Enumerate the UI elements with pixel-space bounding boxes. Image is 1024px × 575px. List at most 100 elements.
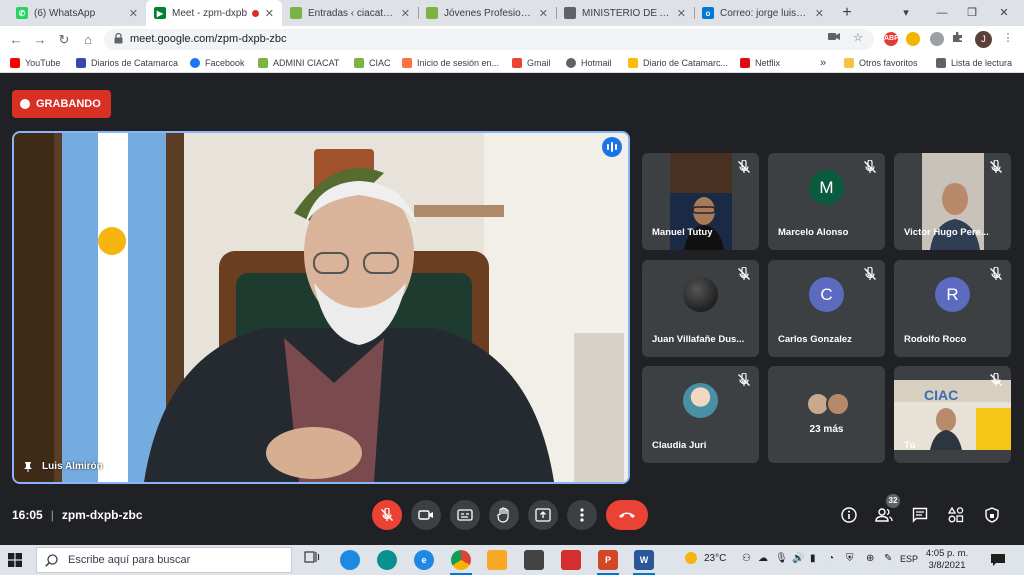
pen-icon[interactable]: ✎	[884, 553, 892, 564]
omnibox[interactable]: meet.google.com/zpm-dxpb-zbc	[104, 29, 874, 50]
network-icon[interactable]: ⊕	[866, 553, 874, 564]
onedrive-icon[interactable]: ☁	[758, 553, 768, 564]
participant-tile[interactable]: M Marcelo Alonso	[768, 153, 885, 250]
participant-tile[interactable]: Juan Villafañe Dus...	[642, 260, 759, 357]
restore-button[interactable]: ❐	[958, 0, 986, 26]
bookmark-lista-lectura[interactable]: Lista de lectura	[936, 56, 1012, 70]
powerpoint-icon[interactable]: P	[598, 550, 618, 570]
bookmark-diario-catamarca[interactable]: Diario de Catamarc...	[628, 56, 728, 70]
language-indicator[interactable]: ESP	[900, 554, 918, 564]
leave-call-button[interactable]	[606, 500, 648, 530]
new-tab-button[interactable]: +	[838, 3, 856, 23]
bookmark-star-icon[interactable]: ☆	[850, 30, 866, 46]
system-clock[interactable]: 4:05 p. m. 3/8/2021	[918, 548, 976, 572]
chat-button[interactable]	[908, 503, 932, 527]
main-speaker-video[interactable]: Luis Almirón	[12, 131, 630, 484]
bookmark-otros-favoritos[interactable]: Otros favoritos	[844, 56, 918, 70]
tab-ciacat-entries[interactable]: Entradas ‹ ciacat — W ✕	[282, 0, 418, 26]
participant-tile[interactable]: R Rodolfo Roco	[894, 260, 1011, 357]
puzzle-extensions-icon[interactable]	[950, 31, 966, 47]
more-options-button[interactable]	[567, 500, 597, 530]
participant-name: Marcelo Alonso	[778, 227, 849, 238]
bookmark-hotmail[interactable]: Hotmail	[566, 56, 612, 70]
meet-stage: GRABANDO Luis Almirón Manuel Tutuy M Mar…	[0, 74, 1024, 545]
info-icon	[841, 507, 857, 523]
tab-ministerio[interactable]: MINISTERIO DE AGRIC ✕	[556, 0, 694, 26]
tab-whatsapp[interactable]: ✆ (6) WhatsApp ✕	[8, 0, 146, 26]
meeting-details-button[interactable]	[837, 503, 861, 527]
camera-in-use-icon[interactable]	[826, 30, 842, 46]
ie-icon[interactable]: e	[414, 550, 434, 570]
close-window-button[interactable]: ✕	[990, 0, 1018, 26]
volume-icon[interactable]: 🔊	[792, 553, 804, 564]
chrome-icon[interactable]	[451, 550, 471, 570]
url-text[interactable]: meet.google.com/zpm-dxpb-zbc	[130, 33, 287, 45]
adblock-extension-icon[interactable]: ABP	[884, 32, 899, 46]
bookmark-admini-ciacat[interactable]: ADMINI CIACAT	[258, 56, 339, 70]
present-screen-button[interactable]	[528, 500, 558, 530]
notifications-icon[interactable]	[990, 553, 1006, 567]
people-tray-icon[interactable]: ⚇	[742, 553, 751, 564]
back-button[interactable]: ←	[6, 30, 26, 50]
tab-outlook[interactable]: o Correo: jorge luis vildo ✕	[694, 0, 832, 26]
activities-button[interactable]	[944, 503, 968, 527]
security-tray-icon[interactable]: ⛨	[846, 553, 854, 564]
forward-button[interactable]: →	[30, 30, 50, 50]
close-icon[interactable]: ✕	[815, 7, 824, 20]
participant-tile[interactable]: Manuel Tutuy	[642, 153, 759, 250]
raise-hand-button[interactable]	[489, 500, 519, 530]
minimize-button[interactable]: —	[928, 0, 956, 26]
bookmarks-overflow-button[interactable]: »	[820, 56, 826, 70]
bookmark-netflix[interactable]: Netflix	[740, 56, 780, 70]
extension-icon[interactable]	[930, 32, 944, 46]
bookmark-youtube[interactable]: YouTube	[10, 56, 60, 70]
microphone-tray-icon[interactable]: 🎙	[775, 553, 788, 564]
windows-start-icon[interactable]	[8, 553, 22, 567]
reload-button[interactable]: ↻	[54, 30, 74, 50]
edge-icon[interactable]	[377, 550, 397, 570]
taskbar-search-input[interactable]: Escribe aquí para buscar	[36, 547, 292, 573]
wifi-icon[interactable]: ◔	[828, 553, 834, 564]
tab-jovenes[interactable]: Jóvenes Profesionales ✕	[418, 0, 556, 26]
bookmark-inicio-sesion[interactable]: Inicio de sesión en...	[402, 56, 499, 70]
bookmark-diarios-catamarca[interactable]: Diarios de Catamarca	[76, 56, 178, 70]
home-button[interactable]: ⌂	[78, 30, 98, 50]
task-view-icon[interactable]	[302, 550, 322, 570]
acrobat-icon[interactable]	[561, 550, 581, 570]
camera-toggle-button[interactable]	[411, 500, 441, 530]
lock-icon[interactable]	[114, 33, 123, 44]
newspaper-icon	[628, 58, 638, 68]
more-participants-tile[interactable]: 23 más	[768, 366, 885, 463]
bookmark-gmail[interactable]: Gmail	[512, 56, 551, 70]
temperature[interactable]: 23°C	[704, 553, 726, 564]
word-icon[interactable]: W	[634, 550, 654, 570]
close-icon[interactable]: ✕	[401, 7, 410, 20]
weather-sun-icon[interactable]	[685, 552, 697, 564]
pin-icon[interactable]	[24, 461, 32, 472]
bookmark-facebook[interactable]: Facebook	[190, 56, 245, 70]
self-view-tile[interactable]: CIAC Tú	[894, 366, 1011, 463]
file-explorer-icon[interactable]	[487, 550, 507, 570]
main-speaker-label: Luis Almirón	[24, 461, 103, 472]
close-icon[interactable]: ✕	[539, 7, 548, 20]
participant-tile[interactable]: Victor Hugo Pere...	[894, 153, 1011, 250]
battery-icon[interactable]: ▮	[810, 553, 816, 564]
close-icon[interactable]: ✕	[129, 7, 138, 20]
recording-badge[interactable]: GRABANDO	[12, 90, 111, 118]
host-controls-button[interactable]	[980, 503, 1004, 527]
more-menu-icon[interactable]: ⋮	[1000, 30, 1016, 46]
tab-search-chevron-icon[interactable]: ▾	[892, 0, 920, 26]
whatsapp-icon: ✆	[16, 7, 28, 19]
close-icon[interactable]: ✕	[677, 7, 686, 20]
cookie-extension-icon[interactable]	[906, 32, 920, 46]
store-icon[interactable]	[524, 550, 544, 570]
profile-avatar[interactable]: J	[975, 31, 992, 48]
chromium-icon[interactable]	[340, 550, 360, 570]
tab-meet[interactable]: ▶ Meet - zpm-dxpb ✕	[146, 0, 282, 26]
bookmark-ciac[interactable]: CIAC	[354, 56, 391, 70]
participant-tile[interactable]: Claudia Juri	[642, 366, 759, 463]
mic-toggle-button[interactable]	[372, 500, 402, 530]
close-icon[interactable]: ✕	[265, 7, 274, 20]
captions-button[interactable]	[450, 500, 480, 530]
participant-tile[interactable]: C Carlos Gonzalez	[768, 260, 885, 357]
